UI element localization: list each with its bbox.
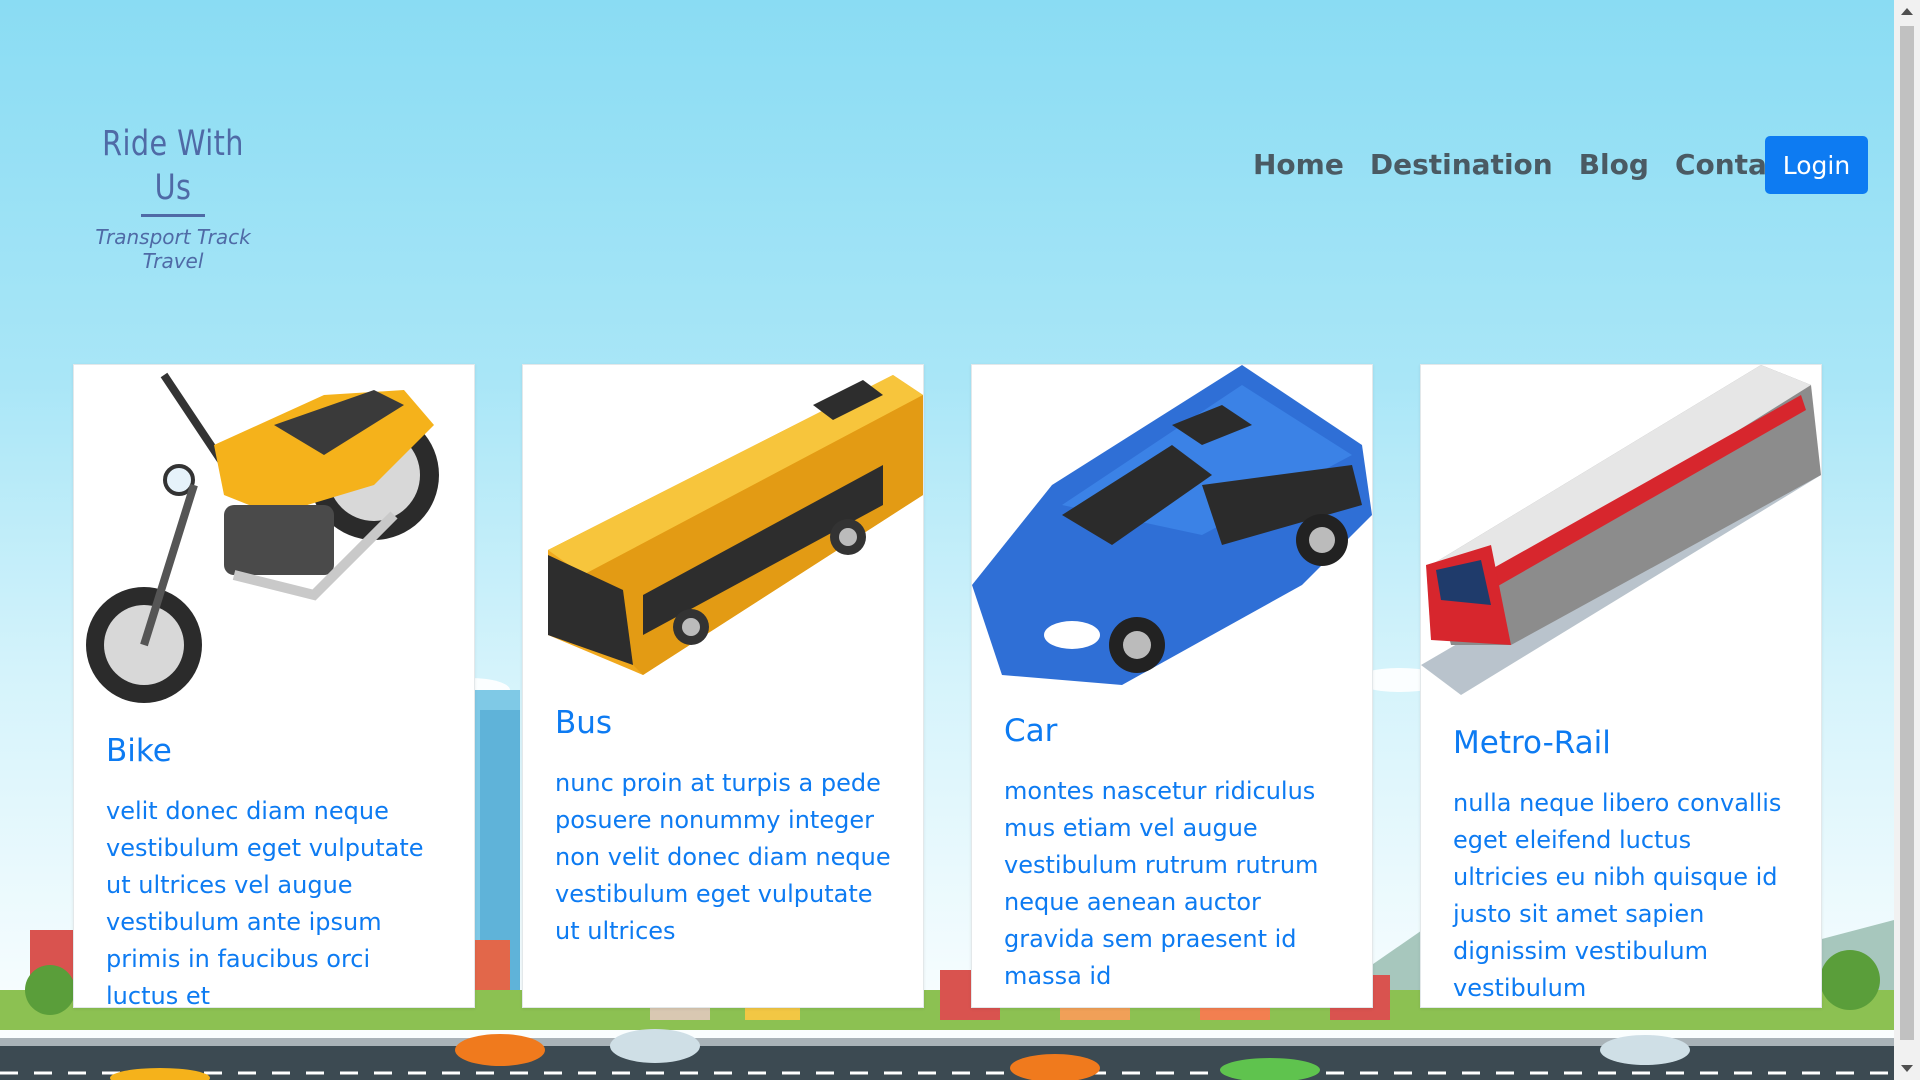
brand-logo[interactable]: Ride With Us Transport Track Travel — [68, 122, 278, 273]
car-illustration — [972, 365, 1372, 685]
scroll-down-icon[interactable] — [1901, 1065, 1913, 1072]
brand-divider — [141, 214, 205, 217]
scrollbar-thumb[interactable] — [1900, 26, 1914, 1040]
card-bike[interactable]: Bike velit donec diam neque vestibulum e… — [73, 364, 475, 1010]
card-title-bike: Bike — [106, 733, 172, 769]
login-button[interactable]: Login — [1765, 136, 1868, 194]
page-scrollbar[interactable] — [1894, 0, 1920, 1080]
card-bus[interactable]: Bus nunc proin at turpis a pede posuere … — [522, 364, 924, 1008]
card-text-metro-rail: nulla neque libero convallis eget eleife… — [1453, 789, 1782, 1002]
card-text-car: montes nascetur ridiculus mus etiam vel … — [1004, 777, 1319, 990]
nav-home[interactable]: Home — [1253, 148, 1344, 181]
main-nav: Home Destination Blog Contact — [1253, 148, 1797, 181]
card-title-metro-rail: Metro-Rail — [1453, 725, 1611, 761]
scroll-up-icon[interactable] — [1901, 8, 1913, 15]
card-title-car: Car — [1004, 713, 1058, 749]
card-metro-rail[interactable]: Metro-Rail nulla neque libero convallis … — [1420, 364, 1822, 1008]
card-car[interactable]: Car montes nascetur ridiculus mus etiam … — [971, 364, 1373, 1008]
card-text-bike: velit donec diam neque vestibulum eget v… — [106, 797, 424, 1010]
motorbike-illustration — [86, 372, 439, 703]
nav-destination[interactable]: Destination — [1370, 148, 1553, 181]
brand-title: Ride With Us — [102, 124, 244, 208]
train-illustration — [1421, 365, 1821, 695]
bus-illustration — [548, 375, 923, 675]
card-text-bus: nunc proin at turpis a pede posuere nonu… — [555, 769, 891, 945]
nav-blog[interactable]: Blog — [1579, 148, 1649, 181]
brand-tagline: Transport Track Travel — [95, 225, 251, 273]
card-title-bus: Bus — [555, 705, 613, 741]
